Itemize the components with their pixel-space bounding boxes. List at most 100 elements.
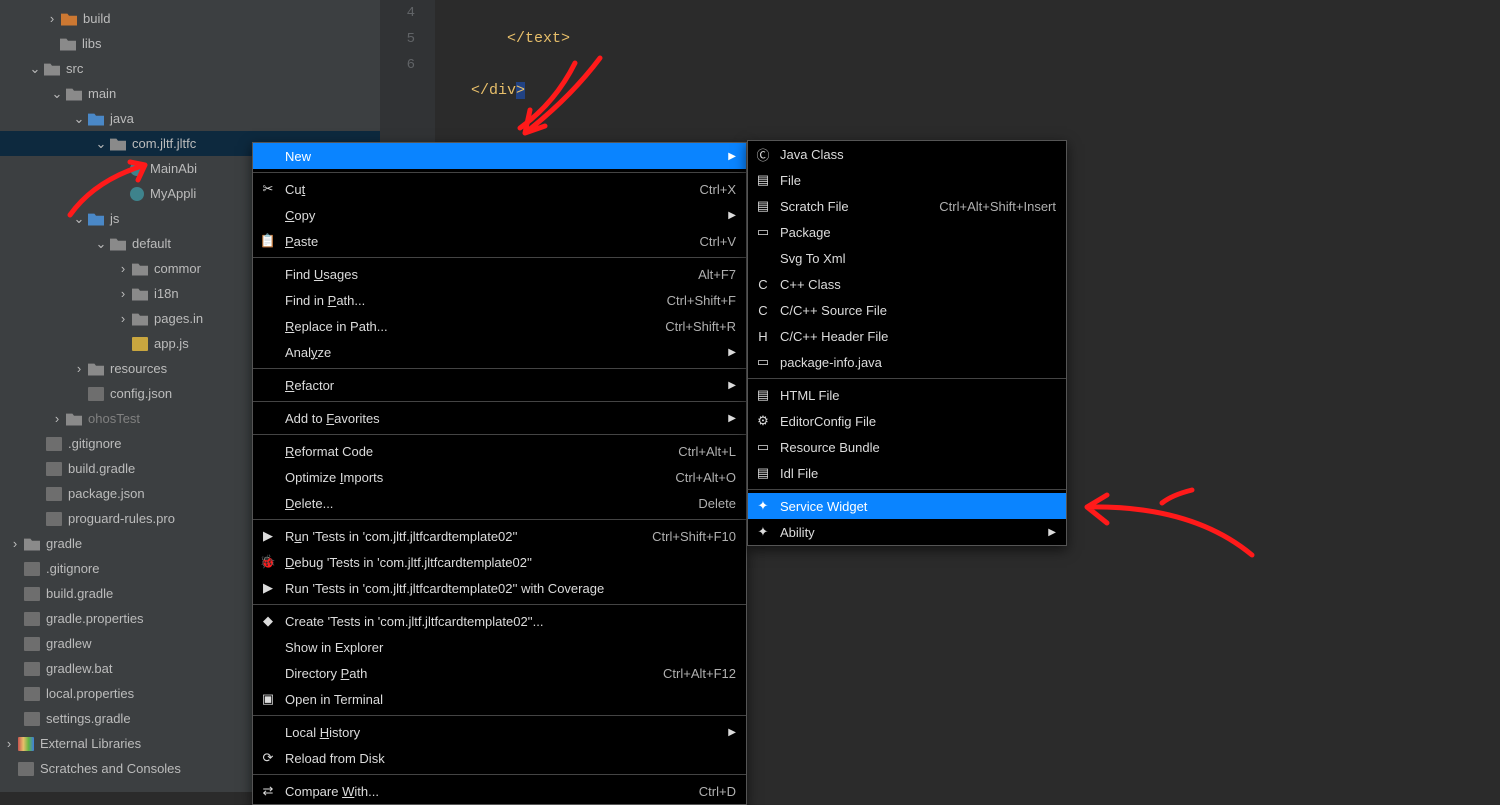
chevron-down-icon: ⌄ [72,212,86,226]
menu-item-delete[interactable]: Delete...Delete [253,490,746,516]
scratches-icon [18,762,34,776]
json-file-icon [88,387,104,401]
tree-label: java [110,106,134,131]
folder-icon [132,262,148,276]
menu-item-run-tests-in-com-jltf-jltfcardtemplate02-with-coverage[interactable]: ▶Run 'Tests in 'com.jltf.jltfcardtemplat… [253,575,746,601]
menu-item-show-in-explorer[interactable]: Show in Explorer [253,634,746,660]
submenu-item-svg-to-xml[interactable]: Svg To Xml [748,245,1066,271]
idl-icon: ▤ [754,465,772,481]
submenu-item-idl-file[interactable]: ▤Idl File [748,460,1066,486]
menu-item-find-in-path[interactable]: Find in Path...Ctrl+Shift+F [253,287,746,313]
chevron-right-icon: › [116,287,130,301]
menu-item-run-tests-in-com-jltf-jltfcardtemplate02[interactable]: ▶Run 'Tests in 'com.jltf.jltfcardtemplat… [253,523,746,549]
menu-item-add-to-favorites[interactable]: Add to Favorites ▶ [253,405,746,431]
menu-label: Add to Favorites [285,411,718,426]
html-icon: ▤ [754,387,772,403]
file-icon: ▤ [754,172,772,188]
menu-item-find-usages[interactable]: Find UsagesAlt+F7 [253,261,746,287]
tree-label: src [66,56,83,81]
menu-label: package-info.java [780,355,1056,370]
context-submenu-new[interactable]: Ⓒ Java Class ▤File▤Scratch FileCtrl+Alt+Sh… [747,140,1067,546]
reload-icon: ⟳ [259,750,277,766]
submenu-item-java-class[interactable]: Ⓒ Java Class [748,141,1066,167]
menu-item-replace-in-path[interactable]: Replace in Path...Ctrl+Shift+R [253,313,746,339]
menu-label: Directory Path [285,666,643,681]
tree-label: gradle [46,531,82,556]
submenu-arrow-icon: ▶ [728,380,736,391]
menu-item-analyze[interactable]: Analyze▶ [253,339,746,365]
tree-label: gradlew [46,631,92,656]
terminal-icon: ▣ [259,691,277,707]
tree-item-java[interactable]: ⌄ java [0,106,380,131]
tree-label: Scratches and Consoles [40,756,181,781]
cut-icon: ✂ [259,181,277,197]
menu-shortcut: Ctrl+Shift+F10 [652,529,736,544]
class-icon: Ⓒ [754,146,772,162]
submenu-item-package[interactable]: ▭Package [748,219,1066,245]
menu-item-optimize-imports[interactable]: Optimize ImportsCtrl+Alt+O [253,464,746,490]
folder-icon [88,112,104,126]
menu-item-refactor[interactable]: Refactor▶ [253,372,746,398]
submenu-item-c-class[interactable]: CC++ Class [748,271,1066,297]
menu-label: Java Class [780,147,1056,162]
menu-shortcut: Ctrl+Alt+Shift+Insert [939,199,1056,214]
menu-shortcut: Ctrl+Shift+F [667,293,736,308]
menu-item-directory-path[interactable]: Directory PathCtrl+Alt+F12 [253,660,746,686]
submenu-item-c-c-source-file[interactable]: CC/C++ Source File [748,297,1066,323]
bundle-icon: ▭ [754,439,772,455]
submenu-item-service-widget[interactable]: ✦Service Widget [748,493,1066,519]
menu-item-compare-with[interactable]: ⇄Compare With...Ctrl+D [253,778,746,804]
menu-label: C/C++ Source File [780,303,1056,318]
submenu-item-editorconfig-file[interactable]: ⚙EditorConfig File [748,408,1066,434]
menu-label: Run 'Tests in 'com.jltf.jltfcardtemplate… [285,581,736,596]
tree-label: build.gradle [68,456,135,481]
tree-label: .gitignore [46,556,99,581]
tree-item-main[interactable]: ⌄ main [0,81,380,106]
submenu-item-resource-bundle[interactable]: ▭Resource Bundle [748,434,1066,460]
blank-icon [259,148,277,164]
submenu-item-ability[interactable]: ✦Ability▶ [748,519,1066,545]
menu-item-debug-tests-in-com-jltf-jltfcardtemplate02[interactable]: 🐞Debug 'Tests in 'com.jltf.jltfcardtempl… [253,549,746,575]
blank-icon [259,377,277,393]
folder-icon [88,212,104,226]
menu-item-reformat-code[interactable]: Reformat CodeCtrl+Alt+L [253,438,746,464]
editor-code[interactable]: </text> </div> [435,0,570,156]
chevron-down-icon: ⌄ [94,237,108,251]
context-menu[interactable]: New▶ ✂CutCtrl+XCopy▶📋PasteCtrl+V Find Usag… [252,142,747,805]
menu-item-open-in-terminal[interactable]: ▣Open in Terminal [253,686,746,712]
gradle-file-icon [46,462,62,476]
chevron-down-icon: ⌄ [72,112,86,126]
blank-icon [259,639,277,655]
submenu-item-package-info-java[interactable]: ▭ package-info.java [748,349,1066,375]
submenu-item-file[interactable]: ▤File [748,167,1066,193]
menu-item-copy[interactable]: Copy▶ [253,202,746,228]
tree-label: config.json [110,381,172,406]
submenu-arrow-icon: ▶ [728,727,736,738]
menu-label: Optimize Imports [285,470,655,485]
pkginfo-icon: ▭ [754,354,772,370]
menu-item-reload-from-disk[interactable]: ⟳Reload from Disk [253,745,746,771]
menu-item-local-history[interactable]: Local History▶ [253,719,746,745]
menu-item-create-tests-in-com-jltf-jltfcardtemplate02[interactable]: ◆Create 'Tests in 'com.jltf.jltfcardtemp… [253,608,746,634]
menu-item-new[interactable]: New▶ [253,143,746,169]
tree-label: local.properties [46,681,134,706]
submenu-item-c-c-header-file[interactable]: HC/C++ Header File [748,323,1066,349]
blank-icon [259,318,277,334]
chevron-right-icon: › [2,737,16,751]
tree-item-build[interactable]: ›build [0,6,380,31]
menu-item-paste[interactable]: 📋PasteCtrl+V [253,228,746,254]
menu-label: Svg To Xml [780,251,1056,266]
tree-item-libs[interactable]: libs [0,31,380,56]
submenu-item-scratch-file[interactable]: ▤Scratch FileCtrl+Alt+Shift+Insert [748,193,1066,219]
tree-label: main [88,81,116,106]
submenu-arrow-icon: ▶ [728,413,736,424]
chevron-down-icon: ⌄ [50,87,64,101]
tree-item-src[interactable]: ⌄src [0,56,380,81]
submenu-item-html-file[interactable]: ▤HTML File [748,382,1066,408]
menu-label: Show in Explorer [285,640,736,655]
menu-shortcut: Ctrl+Alt+L [678,444,736,459]
tree-label: pages.in [154,306,203,331]
line-number: 6 [380,52,415,78]
tree-label: libs [82,31,102,56]
menu-item-cut[interactable]: ✂CutCtrl+X [253,176,746,202]
